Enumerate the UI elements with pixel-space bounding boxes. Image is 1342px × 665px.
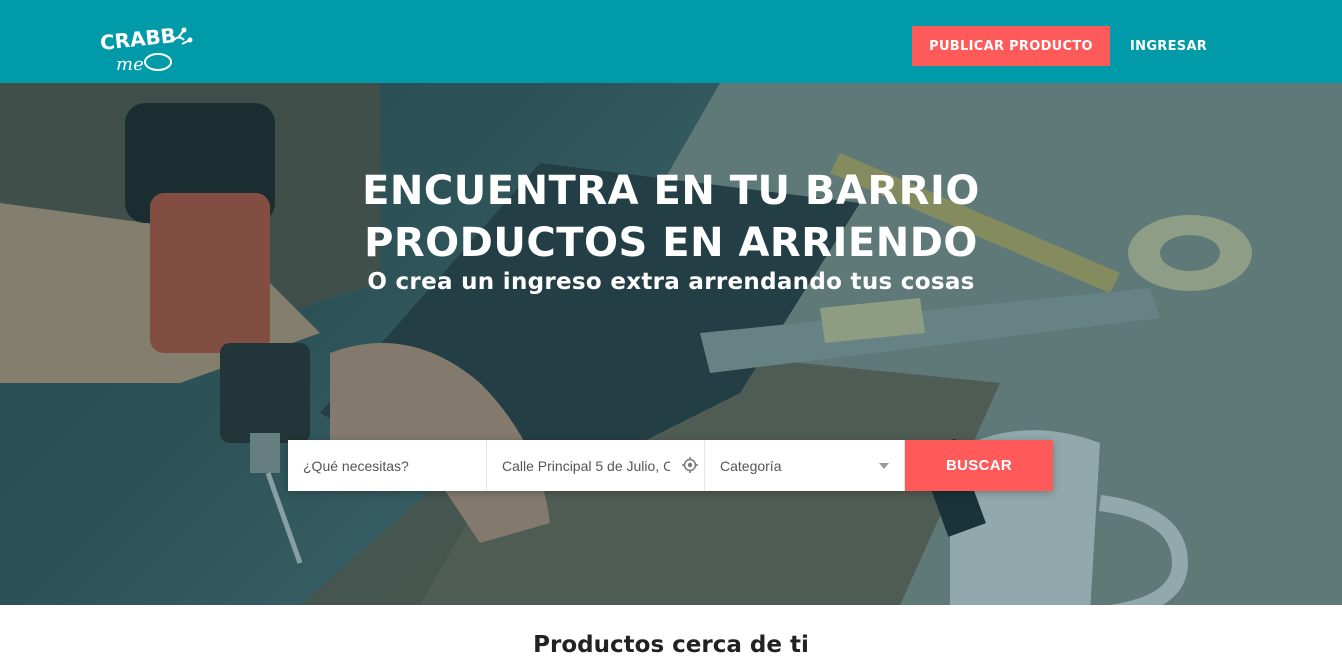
location-field[interactable] [487, 440, 705, 491]
publish-product-button[interactable]: PUBLICAR PRODUCTO [912, 26, 1110, 66]
svg-text:me: me [116, 54, 144, 74]
login-link[interactable]: INGRESAR [1130, 26, 1207, 66]
crabb-logo[interactable]: CRABB me [98, 20, 194, 74]
category-select[interactable]: Categoría [705, 440, 905, 491]
what-input[interactable] [303, 457, 471, 474]
chevron-down-icon [879, 462, 889, 469]
hero-title-line1: ENCUENTRA EN TU BARRIO [362, 168, 980, 214]
hero-subtitle: O crea un ingreso extra arrendando tus c… [367, 269, 975, 295]
what-field[interactable] [288, 440, 487, 491]
hero-title-line2: PRODUCTOS EN ARRIENDO [364, 220, 978, 266]
location-input[interactable] [502, 457, 670, 474]
category-select-value: Categoría [720, 457, 782, 474]
top-nav-bar: CRABB me PUBLICAR PRODUCTO INGRESAR [0, 0, 1342, 83]
hero-tint-overlay [0, 83, 1342, 605]
search-button[interactable]: BUSCAR [905, 440, 1053, 491]
hero-title: ENCUENTRA EN TU BARRIO PRODUCTOS EN ARRI… [0, 165, 1342, 269]
svg-text:CRABB: CRABB [99, 23, 177, 55]
hero-banner: ENCUENTRA EN TU BARRIO PRODUCTOS EN ARRI… [0, 83, 1342, 605]
nearby-products-heading: Productos cerca de ti [533, 632, 809, 658]
location-target-icon[interactable] [682, 457, 698, 473]
search-bar: Categoría BUSCAR [288, 440, 1053, 491]
